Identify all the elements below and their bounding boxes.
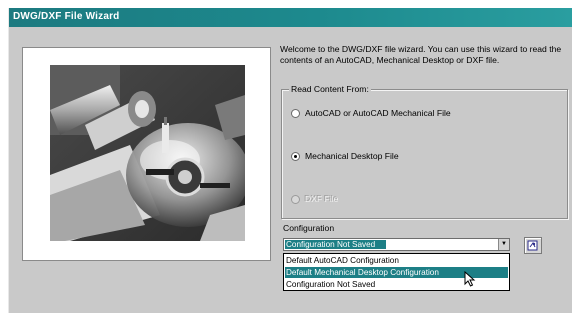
radio-button-selected-icon[interactable] [291,151,300,161]
mouse-pointer-icon [464,271,476,287]
preview-image-frame [22,47,271,261]
welcome-text: Welcome to the DWG/DXF file wizard. You … [280,44,562,65]
radio-button-icon[interactable] [291,108,300,118]
configuration-label: Configuration [283,223,335,233]
radio-autocad-file[interactable]: AutoCAD or AutoCAD Mechanical File [291,107,451,119]
radio-label-dxf: DXF File [305,194,339,204]
radio-label-mechanical-desktop: Mechanical Desktop File [305,151,399,161]
chevron-down-icon[interactable]: ▼ [498,239,509,250]
product-preview-image [50,65,245,241]
browse-icon [527,240,538,251]
radio-mechanical-desktop-file[interactable]: Mechanical Desktop File [291,150,399,162]
window-title: DWG/DXF File Wizard [13,11,120,22]
configuration-selected-value: Configuration Not Saved [285,240,386,249]
radio-button-disabled-icon [291,194,300,204]
read-content-label: Read Content From: [289,84,371,94]
title-bar[interactable]: DWG/DXF File Wizard [9,8,572,27]
mechanical-assembly-illustration [50,65,245,241]
dropdown-option-default-autocad[interactable]: Default AutoCAD Configuration [285,255,508,266]
radio-label-autocad: AutoCAD or AutoCAD Mechanical File [305,108,451,118]
configuration-select[interactable]: Configuration Not Saved ▼ [283,238,510,251]
browse-button[interactable] [524,237,542,254]
radio-dxf-file: DXF File [291,193,338,205]
